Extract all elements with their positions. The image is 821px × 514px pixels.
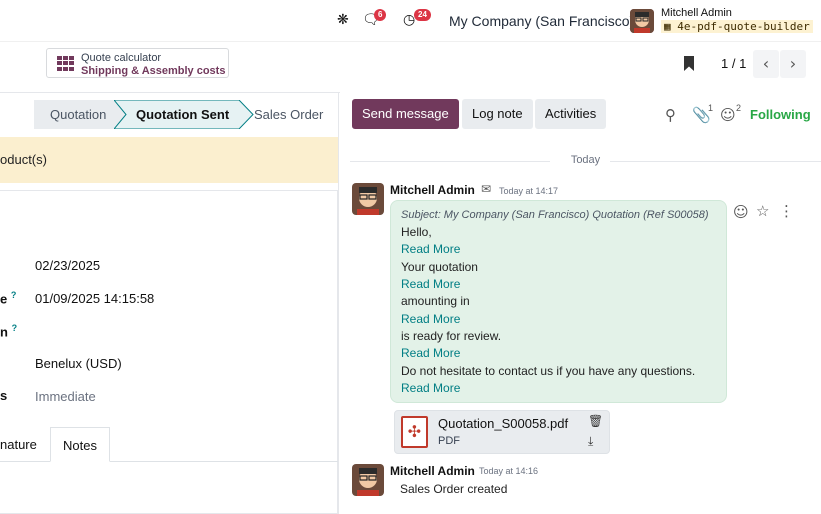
followers-count: 2 [736, 103, 742, 113]
send-message-button[interactable]: Send message [352, 99, 459, 129]
message-author[interactable]: Mitchell Admin [390, 464, 475, 478]
add-reaction-icon[interactable]: ☺ [733, 203, 749, 221]
message-line: is ready for review. [401, 329, 502, 343]
chat-badge: 6 [374, 9, 387, 21]
attachments-count: 1 [708, 103, 714, 113]
download-icon[interactable]: ⤓ [588, 434, 593, 449]
message-time: Today at 14:17 [499, 186, 559, 196]
quote-calculator-button[interactable]: Quote calculator Shipping & Assembly cos… [46, 48, 229, 78]
user-avatar[interactable] [630, 9, 654, 33]
calculator-subtitle: Shipping & Assembly costs [81, 65, 226, 77]
attachment-type: PDF [438, 435, 460, 447]
message-line: Do not hesitate to contact us if you hav… [401, 364, 696, 378]
envelope-icon: ✉ [481, 182, 492, 196]
pricelist-value[interactable]: Benelux (USD) [35, 356, 122, 371]
company-switcher[interactable]: My Company (San Francisco) [449, 13, 634, 29]
log-note-button[interactable]: Log note [462, 99, 533, 129]
field-label-date: e ? [0, 290, 17, 307]
message-author-avatar[interactable] [352, 183, 384, 215]
warning-banner: oduct(s) [0, 137, 339, 183]
stage-sales-order[interactable]: Sales Order [254, 100, 338, 129]
message-line: amounting in [401, 294, 470, 308]
form-sheet [0, 190, 338, 514]
quotation-date-value[interactable]: 01/09/2025 14:15:58 [35, 291, 154, 306]
message-body: Sales Order created [400, 482, 508, 496]
pager-previous-button[interactable]: ‹ [753, 50, 779, 78]
message-author-avatar[interactable] [352, 464, 384, 496]
activities-button[interactable]: Activities [535, 99, 607, 129]
read-more-link[interactable]: Read More [401, 346, 460, 360]
tab-signature[interactable]: nature [0, 427, 49, 462]
read-more-link[interactable]: Read More [401, 312, 460, 326]
read-more-link[interactable]: Read More [401, 242, 460, 256]
message-bubble: Subject: My Company (San Francisco) Quot… [390, 200, 727, 403]
user-name[interactable]: Mitchell Admin [661, 7, 732, 19]
calculator-title: Quote calculator [81, 52, 162, 64]
date-separator: Today [570, 154, 601, 166]
control-panel-divider [0, 92, 340, 93]
pdf-file-icon: ✣ [401, 416, 428, 448]
read-more-link[interactable]: Read More [401, 277, 460, 291]
attachment-card[interactable]: ✣ Quotation_S00058.pdf PDF 🗑 ⤓ [394, 410, 610, 454]
following-button[interactable]: Following [750, 107, 811, 122]
message-line: Your quotation [401, 260, 478, 274]
message-author[interactable]: Mitchell Admin [390, 183, 475, 197]
activity-badge: 24 [414, 9, 431, 21]
chatter-divider [338, 92, 339, 514]
message-time: Today at 14:16 [479, 466, 539, 476]
message-subject: Subject: My Company (San Francisco) Quot… [401, 209, 709, 221]
bookmark-icon[interactable] [684, 56, 694, 71]
debug-bug-icon[interactable]: ❋ [337, 12, 349, 28]
stage-quotation[interactable]: Quotation [34, 100, 126, 129]
message-line: Hello, [401, 225, 432, 239]
trash-icon[interactable]: 🗑 [588, 414, 603, 428]
stage-quotation-sent[interactable]: Quotation Sent [136, 100, 236, 129]
top-navbar: ❋ 🗨 6 ◷ 24 My Company (San Francisco) Mi… [0, 0, 821, 42]
grid-icon [57, 56, 75, 71]
star-icon[interactable]: ☆ [756, 202, 769, 220]
database-name: ▦ 4e-pdf-quote-builder [661, 20, 813, 33]
followers-icon[interactable]: ☺ [720, 106, 736, 124]
pager-next-button[interactable]: › [780, 50, 806, 78]
search-icon[interactable]: ⚲ [665, 106, 676, 124]
shipping-policy-value[interactable]: Immediate [35, 389, 96, 404]
field-label-n: n ? [0, 323, 18, 340]
read-more-link[interactable]: Read More [401, 381, 460, 395]
pager-value[interactable]: 1 / 1 [721, 56, 746, 71]
attachment-name[interactable]: Quotation_S00058.pdf [438, 416, 568, 431]
form-tabs: nature Notes [0, 427, 338, 462]
field-label-terms: s [0, 388, 8, 403]
more-options-icon[interactable]: ⋮ [779, 202, 794, 220]
expiration-date-value[interactable]: 02/23/2025 [35, 258, 100, 273]
tab-notes[interactable]: Notes [50, 427, 110, 462]
